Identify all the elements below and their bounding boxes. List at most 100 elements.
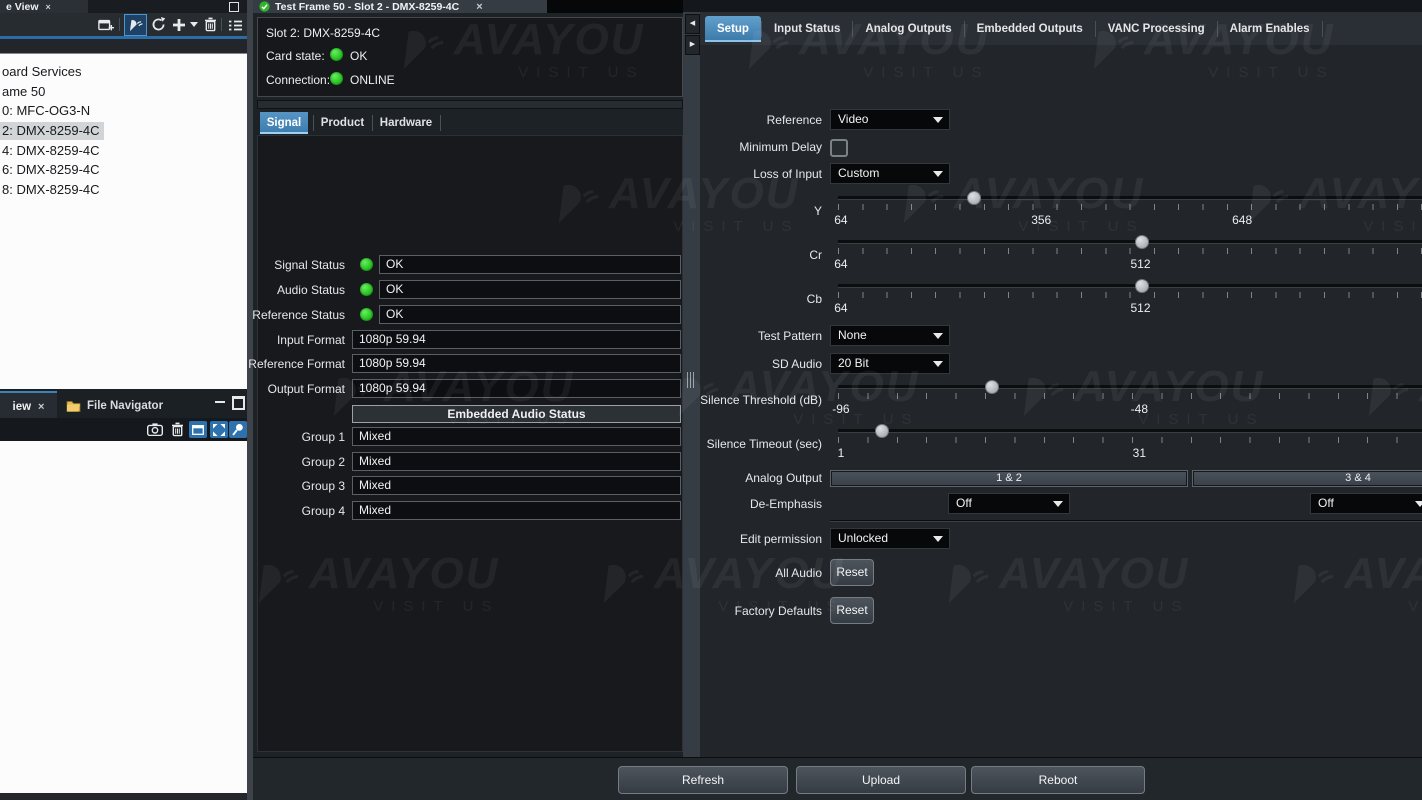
slider-thumb[interactable] xyxy=(967,191,981,205)
tree-item[interactable]: oard Services xyxy=(0,63,85,81)
y-slider[interactable]: 64356648 xyxy=(830,190,1422,234)
tab-setup[interactable]: Setup xyxy=(705,16,761,42)
panel-layout-icon[interactable] xyxy=(189,421,207,438)
tab-signal[interactable]: Signal xyxy=(260,112,308,134)
pin-icon[interactable] xyxy=(229,421,247,438)
tree-filter-strip xyxy=(0,39,247,53)
card-info-box: Slot 2: DMX-8259-4C Card state: OK Conne… xyxy=(257,17,683,97)
sd-audio-dropdown[interactable]: 20 Bit xyxy=(830,353,950,374)
satellite-icon[interactable] xyxy=(124,14,147,36)
cr-slider[interactable]: 64512 xyxy=(830,234,1422,278)
tab-alarm-enables[interactable]: Alarm Enables xyxy=(1218,16,1322,42)
refresh-button[interactable]: Refresh xyxy=(618,766,788,794)
test-pattern-value: None xyxy=(838,328,867,342)
delete-icon[interactable] xyxy=(168,421,186,438)
tab-tree-view[interactable]: e View × xyxy=(0,0,88,13)
reference-format-label: Reference Format xyxy=(246,357,345,372)
tab-card[interactable]: Test Frame 50 - Slot 2 - DMX-8259-4C × xyxy=(253,0,547,13)
edit-permission-dropdown[interactable]: Unlocked xyxy=(830,528,950,549)
add-dropdown-caret-icon[interactable] xyxy=(190,22,198,27)
cb-slider[interactable]: 64512 xyxy=(830,278,1422,322)
tree-item[interactable]: 4: DMX-8259-4C xyxy=(0,142,104,160)
tab-embedded-outputs[interactable]: Embedded Outputs xyxy=(965,16,1095,42)
toolbar-separator xyxy=(221,18,222,31)
slider-thumb[interactable] xyxy=(1135,279,1149,293)
tab-separator xyxy=(313,115,314,131)
upload-button[interactable]: Upload xyxy=(796,766,966,794)
delete-icon[interactable] xyxy=(201,16,219,33)
collapse-right-arrow[interactable]: ▶ xyxy=(685,35,700,55)
silence-threshold-slider[interactable]: -96-48 xyxy=(830,379,1422,423)
test-pattern-dropdown[interactable]: None xyxy=(830,325,950,346)
panel-maximize-icon[interactable] xyxy=(229,2,239,12)
connection-value: ONLINE xyxy=(350,73,395,87)
list-view-icon[interactable] xyxy=(226,17,244,34)
panel-maximize-icon[interactable] xyxy=(232,396,245,410)
slider-tick-label: 64 xyxy=(834,213,847,227)
group-3-field: Mixed xyxy=(352,476,681,495)
slider-tick-labels: -96-48 xyxy=(838,402,1422,416)
all-audio-reset-button[interactable]: Reset xyxy=(830,559,874,586)
signal-status-label: Signal Status xyxy=(256,258,345,273)
slider-thumb[interactable] xyxy=(875,424,889,438)
connection-led xyxy=(330,72,343,85)
reboot-button[interactable]: Reboot xyxy=(971,766,1145,794)
tab-close-icon[interactable]: × xyxy=(46,2,51,12)
slider-thumb[interactable] xyxy=(1135,235,1149,249)
section-separator xyxy=(830,520,1422,521)
factory-defaults-reset-button[interactable]: Reset xyxy=(830,597,874,624)
splitter-grip[interactable] xyxy=(687,372,696,388)
collapse-left-arrow[interactable]: ◀ xyxy=(685,14,700,34)
input-format-label: Input Format xyxy=(256,333,345,348)
tab-close-icon[interactable]: × xyxy=(476,1,482,13)
tree-item[interactable]: 8: DMX-8259-4C xyxy=(0,181,104,199)
de-emphasis-dropdown-1[interactable]: Off xyxy=(948,493,1070,514)
minimum-delay-checkbox[interactable] xyxy=(830,139,848,157)
new-window-icon[interactable] xyxy=(97,16,115,33)
input-format-field: 1080p 59.94 xyxy=(352,330,681,349)
tab-hardware[interactable]: Hardware xyxy=(375,112,437,134)
de-emphasis-label: De-Emphasis xyxy=(674,497,822,512)
silence-timeout-slider[interactable]: 131 xyxy=(830,423,1422,467)
tree-item[interactable]: 0: MFC-OG3-N xyxy=(0,102,94,120)
slider-track[interactable] xyxy=(838,385,1422,389)
bottom-left-strip xyxy=(0,793,247,800)
tree-item[interactable]: ame 50 xyxy=(0,83,49,101)
tab-close-icon[interactable]: × xyxy=(38,401,44,413)
tree-item-selected[interactable]: 2: DMX-8259-4C xyxy=(0,122,104,140)
analog-output-segment-3-4[interactable]: 3 & 4 xyxy=(1192,470,1422,487)
tab-vanc-processing[interactable]: VANC Processing xyxy=(1096,16,1217,42)
sd-audio-label: SD Audio xyxy=(674,357,822,372)
group-2-field: Mixed xyxy=(352,452,681,471)
tab-file-navigator[interactable]: File Navigator xyxy=(60,393,214,418)
loss-of-input-dropdown[interactable]: Custom xyxy=(830,163,950,184)
expand-fullscreen-icon[interactable] xyxy=(210,421,228,438)
slider-track[interactable] xyxy=(838,240,1422,244)
snapshot-icon[interactable] xyxy=(146,421,164,438)
tab-product[interactable]: Product xyxy=(316,112,369,134)
add-icon[interactable] xyxy=(170,16,188,33)
analog-output-label: Analog Output xyxy=(674,471,822,486)
analog-output-segment-1-2[interactable]: 1 & 2 xyxy=(830,470,1188,487)
slider-track[interactable] xyxy=(838,196,1422,200)
reference-status-led xyxy=(360,308,373,321)
reference-dropdown[interactable]: Video xyxy=(830,109,950,130)
signal-status-led xyxy=(360,258,373,271)
slider-thumb[interactable] xyxy=(985,380,999,394)
refresh-icon[interactable] xyxy=(149,16,167,33)
de-emphasis-dropdown-2[interactable]: Off xyxy=(1310,493,1422,514)
reference-status-field: OK xyxy=(379,305,681,324)
panel-minimize-icon[interactable] xyxy=(215,401,225,403)
output-format-label: Output Format xyxy=(256,382,345,397)
tab-separator xyxy=(1322,21,1323,37)
file-navigator-toolbar xyxy=(0,418,247,441)
slider-tick-labels: 64356648 xyxy=(838,213,1422,227)
tab-card-label: Test Frame 50 - Slot 2 - DMX-8259-4C xyxy=(275,1,459,13)
slider-track[interactable] xyxy=(838,429,1422,433)
slider-tick-label: 31 xyxy=(1133,446,1146,460)
tab-analog-outputs[interactable]: Analog Outputs xyxy=(853,16,963,42)
slider-track[interactable] xyxy=(838,284,1422,288)
tab-input-status[interactable]: Input Status xyxy=(762,16,852,42)
tree-item[interactable]: 6: DMX-8259-4C xyxy=(0,161,104,179)
tab-view[interactable]: iew × xyxy=(0,391,57,420)
